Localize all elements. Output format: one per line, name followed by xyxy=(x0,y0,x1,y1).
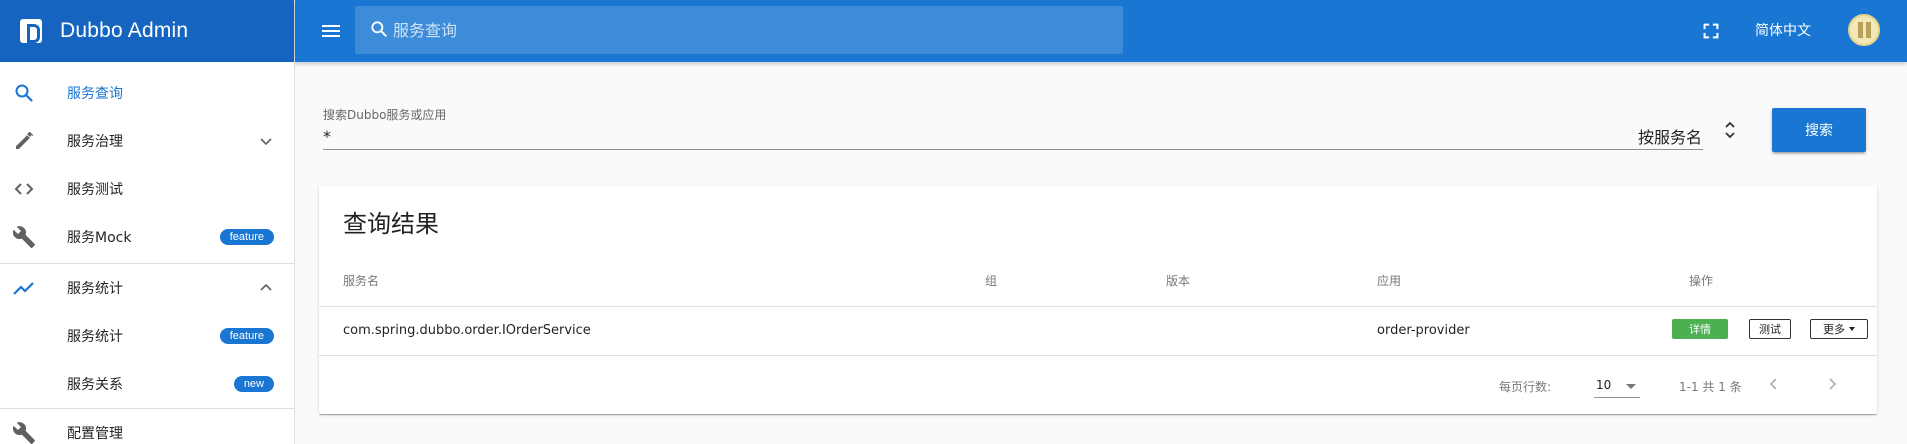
rows-per-page-select[interactable]: 10 xyxy=(1594,372,1640,398)
detail-button[interactable]: 详情 xyxy=(1672,319,1728,339)
sidebar-item-config-management[interactable]: 配置管理 xyxy=(0,409,294,444)
search-icon xyxy=(371,21,387,37)
feature-badge: feature xyxy=(219,229,274,245)
chevron-up-icon xyxy=(260,283,272,291)
sidebar-subitem-statistics[interactable]: 服务统计 feature xyxy=(0,312,294,360)
rows-per-page-label: 每页行数: xyxy=(1499,380,1552,394)
sidebar-item-service-governance[interactable]: 服务治理 xyxy=(0,117,294,165)
avatar[interactable] xyxy=(1848,14,1880,46)
brand-bar: Dubbo Admin xyxy=(0,0,294,62)
column-header-actions: 操作 xyxy=(1689,274,1714,288)
search-button[interactable]: 搜索 xyxy=(1772,108,1866,152)
column-header-app[interactable]: 应用 xyxy=(1377,272,1401,289)
top-app-bar: 简体中文 xyxy=(295,0,1907,62)
app-title: Dubbo Admin xyxy=(60,19,189,42)
sidebar-item-label: 服务治理 xyxy=(67,134,123,150)
search-icon xyxy=(15,84,33,102)
table-header-divider xyxy=(319,306,1877,307)
table-cell-service: com.spring.dubbo.order.IOrderService xyxy=(343,323,591,338)
header-search-input[interactable] xyxy=(393,6,1113,54)
sidebar-item-service-statistics[interactable]: 服务统计 xyxy=(0,264,294,312)
sidebar-item-label: 服务统计 xyxy=(67,281,123,297)
table-row-divider xyxy=(319,355,1877,356)
sidebar-item-label: 服务Mock xyxy=(67,230,132,246)
new-badge: new xyxy=(233,376,274,392)
sidebar-item-service-mock[interactable]: 服务Mock feature xyxy=(0,213,294,261)
chevron-left-icon[interactable] xyxy=(1764,374,1784,394)
service-search-input[interactable] xyxy=(323,124,1703,150)
trending-up-icon xyxy=(13,282,34,295)
menu-icon[interactable] xyxy=(319,19,343,43)
dropdown-arrow-icon xyxy=(1626,384,1636,389)
wrench-icon xyxy=(12,226,35,248)
fullscreen-icon[interactable] xyxy=(1700,20,1722,42)
dubbo-logo-icon xyxy=(20,19,42,43)
column-header-version[interactable]: 版本 xyxy=(1166,272,1190,289)
pencil-icon xyxy=(16,131,34,149)
test-button[interactable]: 测试 xyxy=(1749,319,1791,339)
search-mode-select[interactable]: 按服务名 xyxy=(1638,124,1702,148)
rows-per-page-value: 10 xyxy=(1596,378,1612,392)
results-title: 查询结果 xyxy=(343,210,439,238)
more-button[interactable]: 更多 xyxy=(1810,319,1868,339)
sidebar-item-service-test[interactable]: 服务测试 xyxy=(0,165,294,213)
sidebar-item-label: 配置管理 xyxy=(67,426,123,442)
sidebar-item-label: 服务统计 xyxy=(67,329,123,345)
feature-badge: feature xyxy=(219,328,274,344)
sidebar-item-label: 服务测试 xyxy=(67,182,123,198)
chevron-down-icon xyxy=(260,138,272,146)
language-selector[interactable]: 简体中文 xyxy=(1755,20,1811,40)
sidebar-subitem-relations[interactable]: 服务关系 new xyxy=(0,360,294,408)
sidebar-item-label: 服务关系 xyxy=(67,377,123,393)
code-icon xyxy=(14,183,34,195)
sidebar: Dubbo Admin 服务查询 服务治理 服务测试 服务Mock featur… xyxy=(0,0,295,444)
header-search xyxy=(355,6,1123,54)
table-cell-app: order-provider xyxy=(1377,323,1470,338)
sidebar-item-service-query[interactable]: 服务查询 xyxy=(0,69,294,117)
more-button-label: 更多 xyxy=(1823,323,1845,336)
wrench-icon xyxy=(12,422,35,444)
sidebar-item-label: 服务查询 xyxy=(67,86,123,102)
search-field-label: 搜索Dubbo服务或应用 xyxy=(323,108,447,122)
column-header-group[interactable]: 组 xyxy=(985,272,997,289)
results-card: 查询结果 服务名 组 版本 应用 操作 com.spring.dubbo.ord… xyxy=(319,186,1877,414)
pagination-range: 1-1 共 1 条 xyxy=(1679,380,1742,394)
chevron-right-icon[interactable] xyxy=(1822,374,1842,394)
unfold-icon[interactable] xyxy=(1723,119,1737,141)
column-header-service[interactable]: 服务名 xyxy=(343,272,379,289)
caret-down-icon xyxy=(1849,327,1855,331)
